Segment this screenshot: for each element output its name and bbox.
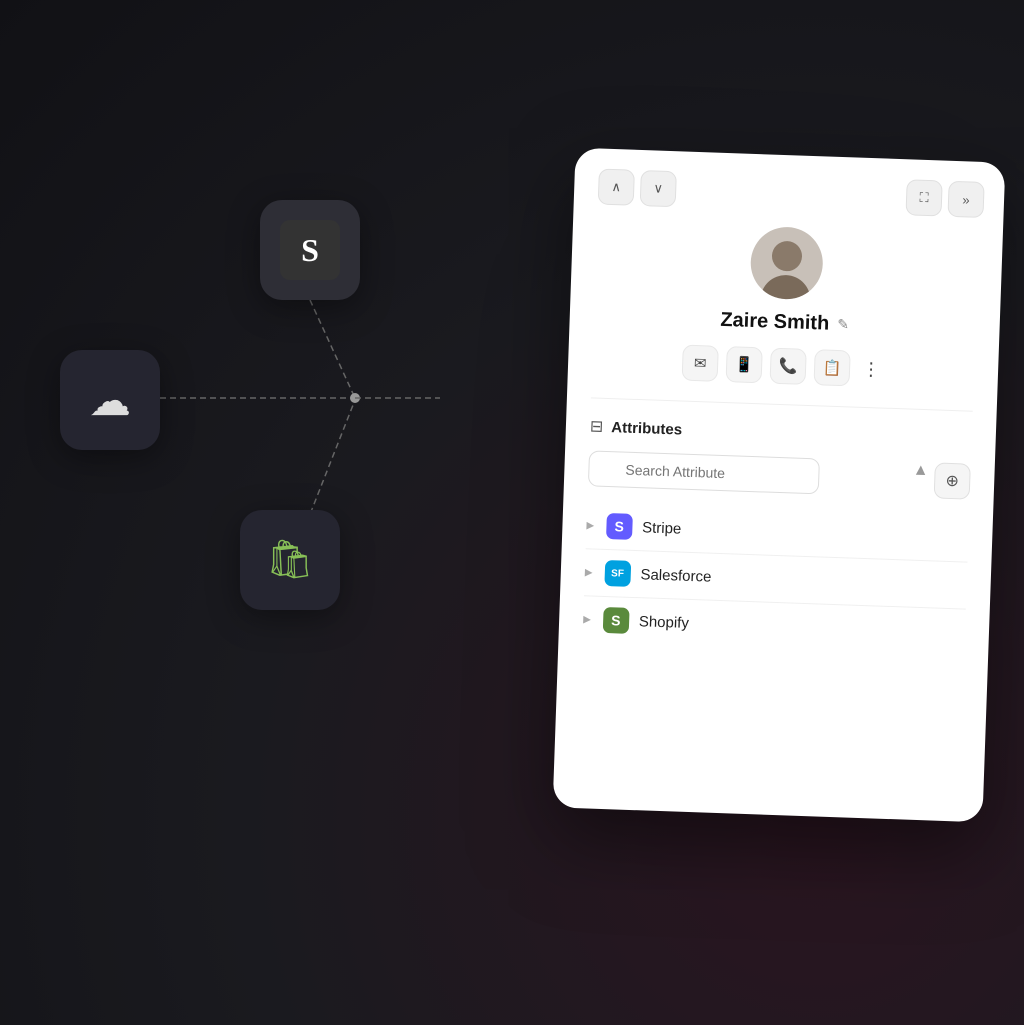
- nav-down-button[interactable]: ∨: [640, 170, 677, 207]
- squarespace-letter: S: [301, 232, 319, 269]
- shopify-logo: S: [602, 607, 629, 634]
- avatar-head: [771, 241, 802, 272]
- avatar-silhouette: [760, 240, 812, 300]
- salesforce-logo: SF: [604, 560, 631, 587]
- salesforce-icon: ☁: [60, 350, 160, 450]
- squarespace-icon: S: [260, 200, 360, 300]
- edit-icon[interactable]: ✎: [837, 316, 849, 333]
- shopify-chevron-icon: ▶: [583, 614, 591, 625]
- squarespace-logo: S: [280, 220, 340, 280]
- stripe-logo: S: [606, 513, 633, 540]
- attributes-section-icon: ⊟: [590, 416, 604, 436]
- avatar-body: [760, 274, 811, 300]
- user-name: Zaire Smith: [720, 309, 830, 336]
- collapse-arrow-icon: ▲: [912, 462, 928, 481]
- stripe-label: Stripe: [642, 519, 682, 537]
- chevron-down-icon: ∨: [653, 180, 663, 196]
- note-icon: 📋: [822, 358, 841, 377]
- action-buttons: ✉ 📱 📞 📋 ⋮: [682, 345, 885, 388]
- email-icon: ✉: [694, 354, 707, 372]
- shopify-logo: 🛍: [266, 538, 314, 582]
- integrations-list: ▶ S Stripe ▶ SF Salesforce ▶ S Shopify: [582, 502, 969, 655]
- user-name-row: Zaire Smith ✎: [720, 309, 849, 336]
- more-button[interactable]: ⋮: [858, 358, 885, 380]
- shopify-label: Shopify: [639, 613, 690, 632]
- shopify-icon: 🛍: [240, 510, 340, 610]
- card-top-actions: ⛶ »: [905, 179, 984, 218]
- profile-section: Zaire Smith ✎ ✉ 📱 📞 📋 ⋮: [592, 220, 979, 390]
- shopify-letter: S: [611, 612, 621, 628]
- stripe-letter: S: [614, 518, 624, 534]
- phone-icon: 📞: [778, 357, 797, 376]
- divider: [591, 397, 973, 411]
- forward-icon: »: [962, 192, 970, 207]
- device-button[interactable]: 📱: [726, 346, 763, 383]
- expand-icon: ⛶: [919, 190, 929, 206]
- nav-up-button[interactable]: ∧: [598, 169, 635, 206]
- attributes-title: Attributes: [611, 419, 682, 438]
- phone-button[interactable]: 📞: [770, 348, 807, 385]
- stripe-chevron-icon: ▶: [586, 520, 594, 531]
- cloud-icon: ☁: [89, 376, 131, 425]
- note-button[interactable]: 📋: [814, 349, 851, 386]
- add-attribute-button[interactable]: ⊕: [934, 462, 971, 499]
- email-button[interactable]: ✉: [682, 345, 719, 382]
- salesforce-chevron-icon: ▶: [585, 567, 593, 578]
- search-wrapper: 🔍 ▲: [588, 450, 927, 498]
- contact-card: ∧ ∨ ⛶ » Zaire Smith: [553, 148, 1006, 823]
- salesforce-letter: SF: [611, 568, 624, 579]
- search-attribute-input[interactable]: [588, 450, 820, 494]
- add-attribute-icon: ⊕: [945, 471, 959, 491]
- search-row: 🔍 ▲ ⊕: [588, 450, 971, 499]
- attributes-header: ⊟ Attributes: [590, 416, 972, 449]
- device-icon: 📱: [735, 355, 754, 374]
- expand-button[interactable]: ⛶: [905, 179, 942, 216]
- salesforce-label: Salesforce: [640, 566, 711, 585]
- chevron-up-icon: ∧: [611, 179, 621, 195]
- integration-icons-area: S ☁ 🛍: [60, 200, 440, 620]
- forward-button[interactable]: »: [947, 181, 984, 218]
- avatar: [750, 226, 824, 300]
- more-icon: ⋮: [862, 358, 881, 379]
